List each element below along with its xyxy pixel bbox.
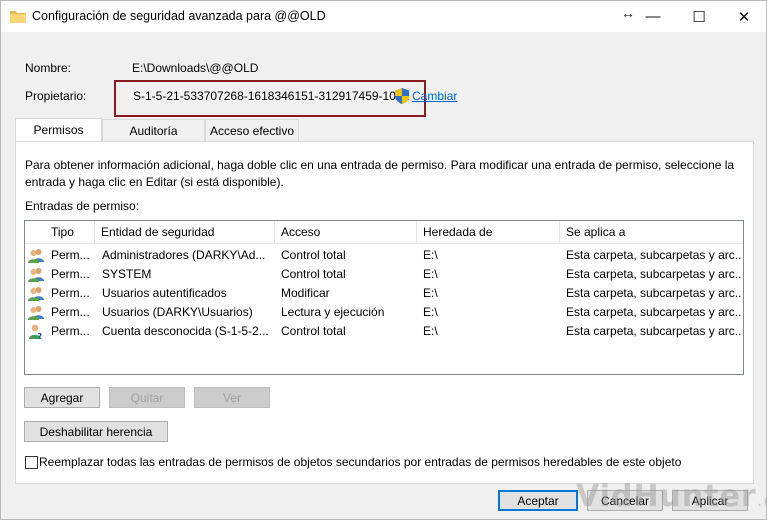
replace-child-permissions-checkbox[interactable]: [25, 456, 38, 469]
window-title: Configuración de seguridad avanzada para…: [32, 9, 326, 23]
minimize-icon: —: [645, 8, 661, 25]
permission-entries-label: Entradas de permiso:: [25, 199, 140, 213]
owner-value: S-1-5-21-533707268-1618346151-312917459-…: [133, 89, 410, 103]
users-group-icon: [28, 249, 44, 263]
disable-inheritance-label: Deshabilitar herencia: [39, 424, 153, 439]
cell-principal: Usuarios autentificados: [102, 286, 227, 300]
table-row[interactable]: Perm... SYSTEM Control total E:\ Esta ca…: [25, 265, 743, 284]
cell-type: Perm...: [51, 286, 90, 300]
watermark-main: VidHunter: [576, 479, 757, 514]
tab-effective-access[interactable]: Acceso efectivo: [205, 119, 299, 141]
column-header-access[interactable]: Acceso: [275, 221, 417, 244]
column-header-inherited-from[interactable]: Heredada de: [417, 221, 560, 244]
table-row[interactable]: Perm... Usuarios autentificados Modifica…: [25, 284, 743, 303]
cell-applies-to: Esta carpeta, subcarpetas y arc...: [566, 286, 742, 300]
cell-access: Modificar: [281, 286, 330, 300]
tab-effective-access-label: Acceso efectivo: [209, 123, 295, 138]
cell-inherited-from: E:\: [423, 248, 438, 262]
folder-icon: [10, 11, 26, 23]
watermark-suffix: .org: [756, 490, 767, 511]
cell-access: Lectura y ejecución: [281, 305, 385, 319]
cell-applies-to: Esta carpeta, subcarpetas y arc...: [566, 248, 742, 262]
cell-applies-to: Esta carpeta, subcarpetas y arc...: [566, 267, 742, 281]
cell-access: Control total: [281, 267, 346, 281]
accept-button-label: Aceptar: [517, 493, 559, 508]
permission-entries-table[interactable]: Tipo Entidad de seguridad Acceso Heredad…: [24, 220, 744, 375]
tab-permissions[interactable]: Permisos: [15, 118, 102, 141]
table-row[interactable]: ? Perm... Cuenta desconocida (S-1-5-2...…: [25, 322, 743, 341]
cell-inherited-from: E:\: [423, 324, 438, 338]
permissions-description: Para obtener información adicional, haga…: [25, 158, 735, 189]
add-button[interactable]: Agregar: [24, 387, 100, 408]
remove-button-label: Quitar: [130, 390, 164, 405]
owner-label: Propietario:: [25, 89, 87, 103]
cell-principal: Cuenta desconocida (S-1-5-2...: [102, 324, 269, 338]
cell-type: Perm...: [51, 267, 90, 281]
cell-inherited-from: E:\: [423, 267, 438, 281]
column-header-type[interactable]: Tipo: [25, 221, 95, 244]
table-row[interactable]: Perm... Administradores (DARKY\Ad... Con…: [25, 246, 743, 265]
name-value: E:\Downloads\@@OLD: [132, 61, 259, 75]
close-button[interactable]: ✕: [721, 1, 767, 32]
cell-type: Perm...: [51, 324, 90, 338]
cell-applies-to: Esta carpeta, subcarpetas y arc...: [566, 324, 742, 338]
add-button-label: Agregar: [40, 390, 84, 405]
change-owner-link[interactable]: Cambiar: [412, 89, 457, 103]
users-group-icon: [28, 306, 44, 320]
maximize-button[interactable]: ☐: [676, 1, 722, 32]
cell-principal: Usuarios (DARKY\Usuarios): [102, 305, 253, 319]
tab-auditing[interactable]: Auditoría: [102, 119, 205, 141]
cell-access: Control total: [281, 324, 346, 338]
advanced-security-dialog: Configuración de seguridad avanzada para…: [0, 0, 767, 520]
table-row[interactable]: Perm... Usuarios (DARKY\Usuarios) Lectur…: [25, 303, 743, 322]
remove-button[interactable]: Quitar: [109, 387, 185, 408]
cell-principal: Administradores (DARKY\Ad...: [102, 248, 266, 262]
accept-button[interactable]: Aceptar: [498, 490, 578, 511]
cell-inherited-from: E:\: [423, 286, 438, 300]
view-button-label: Ver: [222, 390, 241, 405]
cell-inherited-from: E:\: [423, 305, 438, 319]
disable-inheritance-button[interactable]: Deshabilitar herencia: [24, 421, 168, 442]
minimize-button[interactable]: —: [630, 1, 676, 32]
users-group-icon: [28, 268, 44, 282]
site-watermark-logo: VidHunter.org: [576, 479, 767, 514]
cell-type: Perm...: [51, 305, 90, 319]
tab-auditing-label: Auditoría: [129, 123, 178, 138]
maximize-icon: ☐: [692, 8, 706, 26]
cell-type: Perm...: [51, 248, 90, 262]
name-label: Nombre:: [25, 61, 72, 75]
cell-access: Control total: [281, 248, 346, 262]
table-header: Tipo Entidad de seguridad Acceso Heredad…: [25, 221, 743, 244]
column-header-principal[interactable]: Entidad de seguridad: [95, 221, 275, 244]
column-header-applies-to[interactable]: Se aplica a: [560, 221, 743, 244]
users-group-icon: [28, 287, 44, 301]
close-icon: ✕: [737, 8, 751, 26]
cell-applies-to: Esta carpeta, subcarpetas y arc...: [566, 305, 742, 319]
title-bar[interactable]: Configuración de seguridad avanzada para…: [1, 1, 766, 32]
svg-text:?: ?: [38, 332, 43, 339]
unknown-user-icon: ?: [29, 324, 43, 339]
tab-permissions-label: Permisos: [33, 123, 84, 137]
replace-child-permissions-label[interactable]: Reemplazar todas las entradas de permiso…: [39, 455, 681, 469]
uac-shield-icon: [395, 88, 409, 104]
view-button[interactable]: Ver: [194, 387, 270, 408]
cell-principal: SYSTEM: [102, 267, 152, 281]
